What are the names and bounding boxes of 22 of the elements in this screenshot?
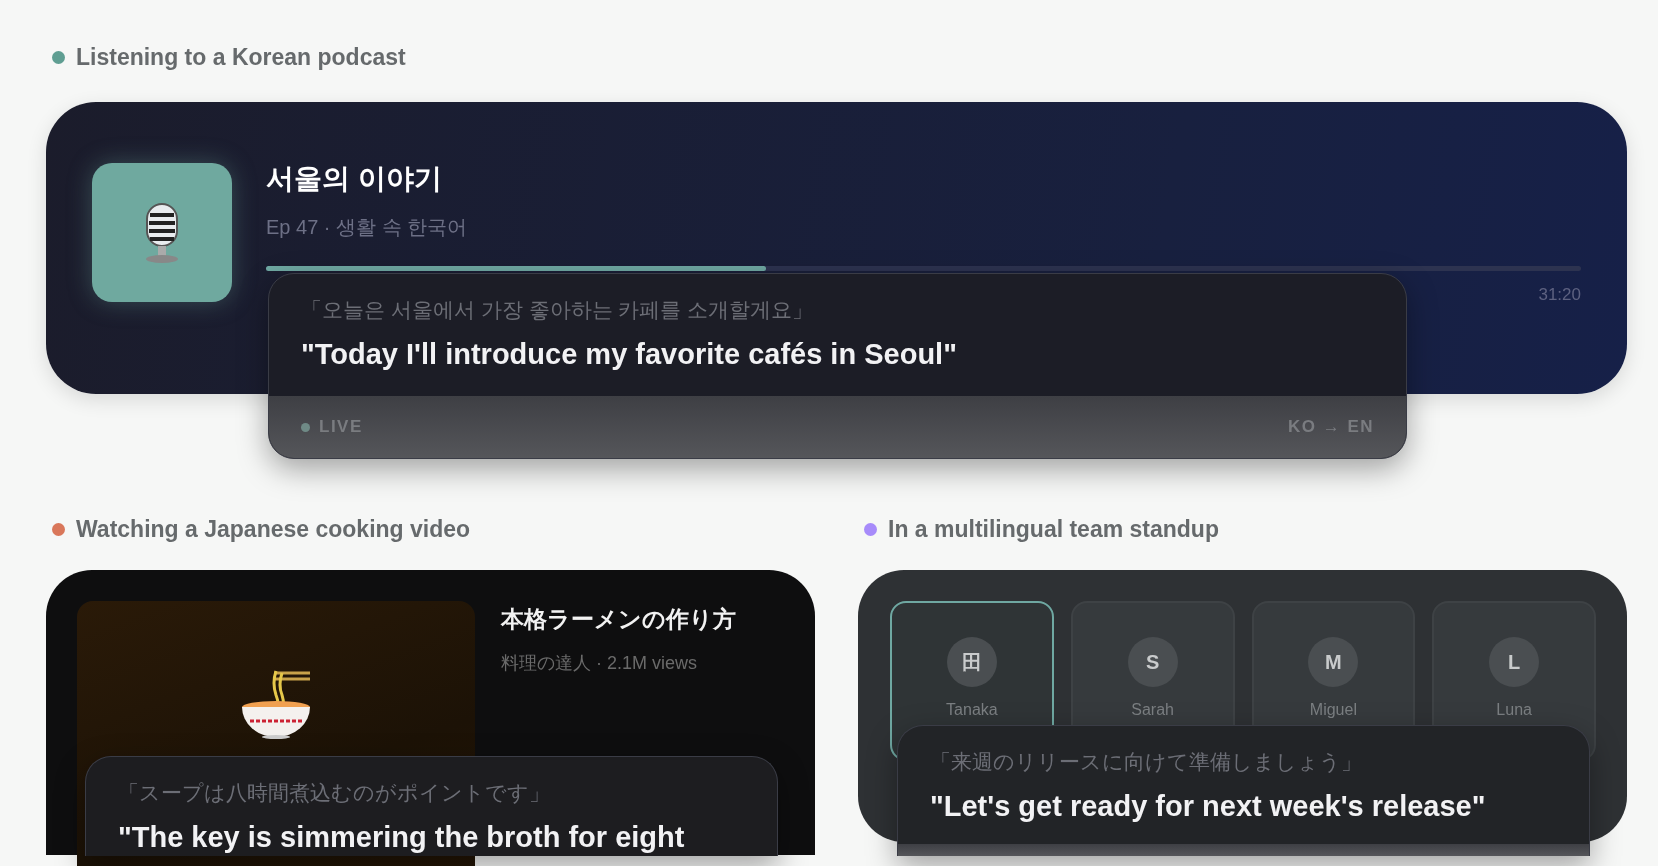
participant-avatar: S bbox=[1127, 637, 1178, 687]
translated-caption: "The key is simmering the broth for eight bbox=[118, 821, 686, 854]
translated-caption: "Let's get ready for next week's release" bbox=[930, 790, 1487, 823]
participant-name: Tanaka bbox=[946, 701, 998, 719]
live-dot-icon bbox=[301, 422, 310, 432]
original-caption: 「오늘은 서울에서 가장 좋아하는 카페를 소개할게요」 bbox=[301, 297, 815, 323]
episode-info: Ep 47 · 생활 속 한국어 bbox=[266, 215, 469, 240]
section-title: Watching a Japanese cooking video bbox=[76, 515, 471, 543]
participant-name: Miguel bbox=[1309, 701, 1357, 719]
video-title: 本格ラーメンの作り方 bbox=[501, 605, 736, 634]
podcast-title: 서울의 이야기 bbox=[266, 162, 443, 196]
duration-time: 31:20 bbox=[1538, 285, 1581, 305]
section-title: In a multilingual team standup bbox=[888, 515, 1219, 543]
original-caption: 「スープは八時間煮込むのがポイントです」 bbox=[118, 780, 551, 806]
translated-caption: "Today I'll introduce my favorite cafés in Seoul" bbox=[301, 338, 958, 371]
participant-avatar: L bbox=[1489, 637, 1540, 687]
video-info: 料理の達人 · 2.1M views bbox=[501, 652, 699, 675]
participant-avatar: M bbox=[1308, 637, 1359, 687]
participant-name: Luna bbox=[1496, 701, 1532, 719]
section-title: Listening to a Korean podcast bbox=[76, 43, 406, 71]
participant-avatar: 田 bbox=[946, 637, 997, 687]
participant-name: Sarah bbox=[1131, 701, 1174, 719]
